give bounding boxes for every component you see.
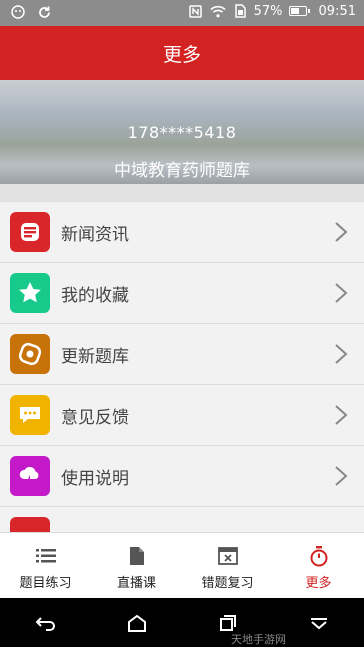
alien-icon <box>10 4 26 20</box>
menu-item-favorites[interactable]: 我的收藏 <box>0 263 364 324</box>
chevron-right-icon <box>335 283 348 303</box>
user-phone: 178****5418 <box>127 123 237 142</box>
menu-item-partial[interactable] <box>0 507 364 532</box>
section-divider <box>0 184 364 202</box>
tab-label: 题目练习 <box>19 576 72 591</box>
menu-item-label: 意见反馈 <box>61 407 129 428</box>
menu-item-news[interactable]: 新闻资讯 <box>0 202 364 263</box>
home-icon <box>127 614 146 632</box>
battery-percent: 57% <box>253 3 283 19</box>
tab-label: 直播课 <box>116 576 156 591</box>
menu-item-label: 更新题库 <box>61 346 129 367</box>
status-time: 09:51 <box>318 3 356 19</box>
news-icon <box>10 212 50 252</box>
status-bar: 57% 09:51 <box>0 0 364 26</box>
app-header: 更多 <box>0 26 364 80</box>
home-button[interactable] <box>117 608 157 638</box>
watermark: 天地手游网 <box>231 633 286 646</box>
chevron-down-icon <box>310 617 327 629</box>
recents-icon <box>219 614 236 631</box>
document-icon <box>126 546 148 566</box>
menu-item-label: 我的收藏 <box>61 285 129 306</box>
app-name: 中域教育药师题库 <box>114 161 250 181</box>
chat-icon <box>10 395 50 435</box>
tab-more[interactable]: 更多 <box>273 533 364 598</box>
back-icon <box>35 616 55 631</box>
sim-icon <box>232 3 248 19</box>
system-nav-bar <box>0 598 364 647</box>
list-icon <box>35 546 57 566</box>
chevron-right-icon <box>335 466 348 486</box>
notification-pulldown-button[interactable] <box>299 608 339 638</box>
menu-item-instructions[interactable]: 使用说明 <box>0 446 364 507</box>
back-button[interactable] <box>26 608 66 638</box>
menu-list: 新闻资讯 我的收藏 更新题库 意见反馈 使用说明 <box>0 202 364 532</box>
chevron-right-icon <box>335 222 348 242</box>
battery-icon <box>288 6 310 16</box>
menu-item-feedback[interactable]: 意见反馈 <box>0 385 364 446</box>
star-icon <box>10 273 50 313</box>
tab-label: 更多 <box>305 576 332 591</box>
sync-icon <box>36 4 52 20</box>
window-x-icon <box>217 546 239 566</box>
chevron-right-icon <box>335 344 348 364</box>
bottom-tab-bar: 题目练习 直播课 错题复习 更多 <box>0 532 364 598</box>
cloud-icon <box>10 456 50 496</box>
menu-item-label: 使用说明 <box>61 468 129 489</box>
refresh-icon <box>10 334 50 374</box>
stopwatch-icon <box>308 545 330 566</box>
tab-practice[interactable]: 题目练习 <box>0 533 91 598</box>
page-title: 更多 <box>162 43 201 66</box>
menu-item-update-bank[interactable]: 更新题库 <box>0 324 364 385</box>
profile-banner[interactable]: 178****5418 中域教育药师题库 <box>0 80 364 184</box>
chevron-right-icon <box>335 405 348 425</box>
wifi-icon <box>210 3 226 19</box>
menu-item-label: 新闻资讯 <box>61 224 129 245</box>
tab-label: 错题复习 <box>201 576 254 591</box>
tab-mistake-review[interactable]: 错题复习 <box>182 533 273 598</box>
nfc-icon <box>188 3 204 19</box>
tab-live-course[interactable]: 直播课 <box>91 533 182 598</box>
partial-icon <box>10 517 50 532</box>
